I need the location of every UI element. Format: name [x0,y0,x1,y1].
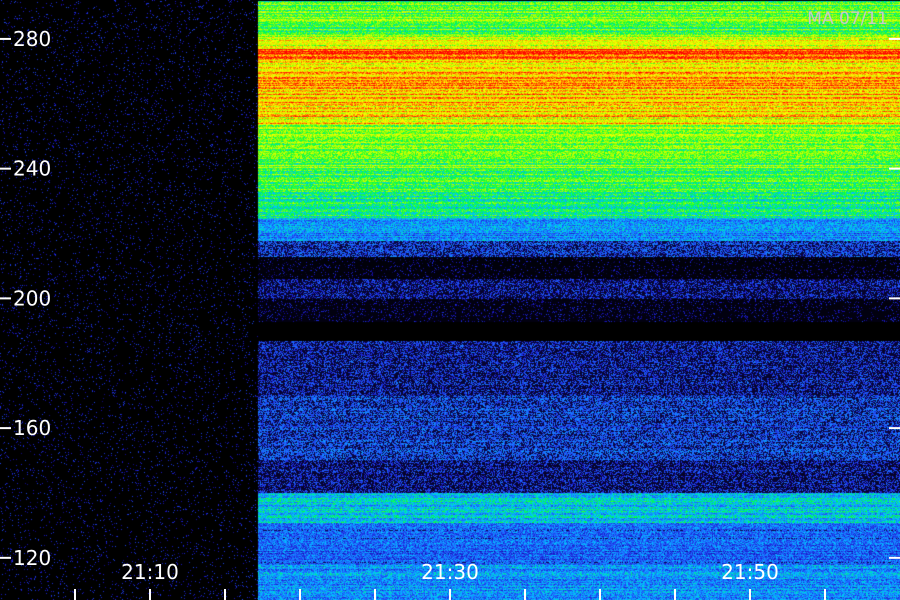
station-date-stamp: MA 07/11 [807,9,888,29]
x-axis: 21:10 21:30 21:50 [74,560,826,600]
x-tick-label: 21:30 [421,560,479,584]
y-tick-label: 280 [13,27,51,51]
y-tick-label: 160 [13,416,51,440]
y-axis-right [889,37,900,559]
x-tick-label: 21:10 [121,560,179,584]
y-tick-label: 120 [13,546,51,570]
axes-overlay: 280 240 200 160 120 21:10 21:30 21:50 MA 07/11 [0,9,900,600]
x-tick-label: 21:50 [721,560,779,584]
y-axis-left: 280 240 200 160 120 [0,27,51,570]
y-tick-label: 240 [13,157,51,181]
y-tick-label: 200 [13,286,51,310]
